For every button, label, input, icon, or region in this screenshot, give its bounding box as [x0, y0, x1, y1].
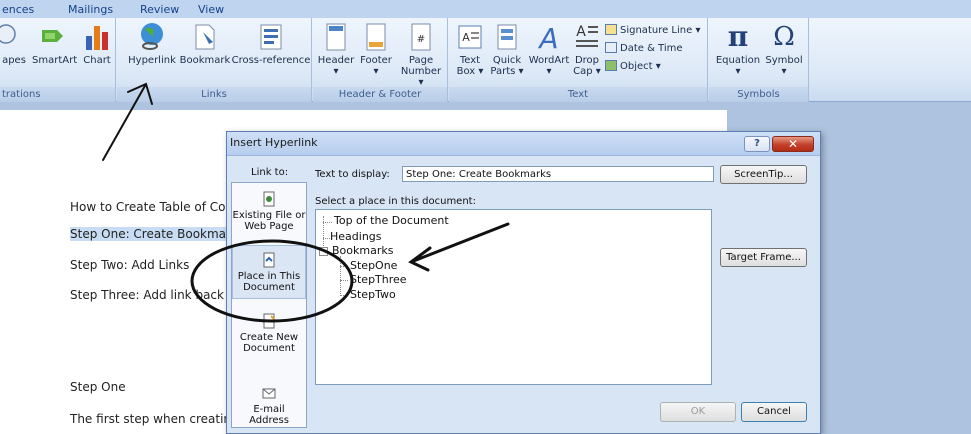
annotation-circle-place-in-document [190, 239, 354, 323]
annotation-arrow-stepone [408, 222, 510, 272]
annotation-overlay [102, 82, 510, 323]
annotation-arrow-hyperlink [102, 82, 153, 161]
